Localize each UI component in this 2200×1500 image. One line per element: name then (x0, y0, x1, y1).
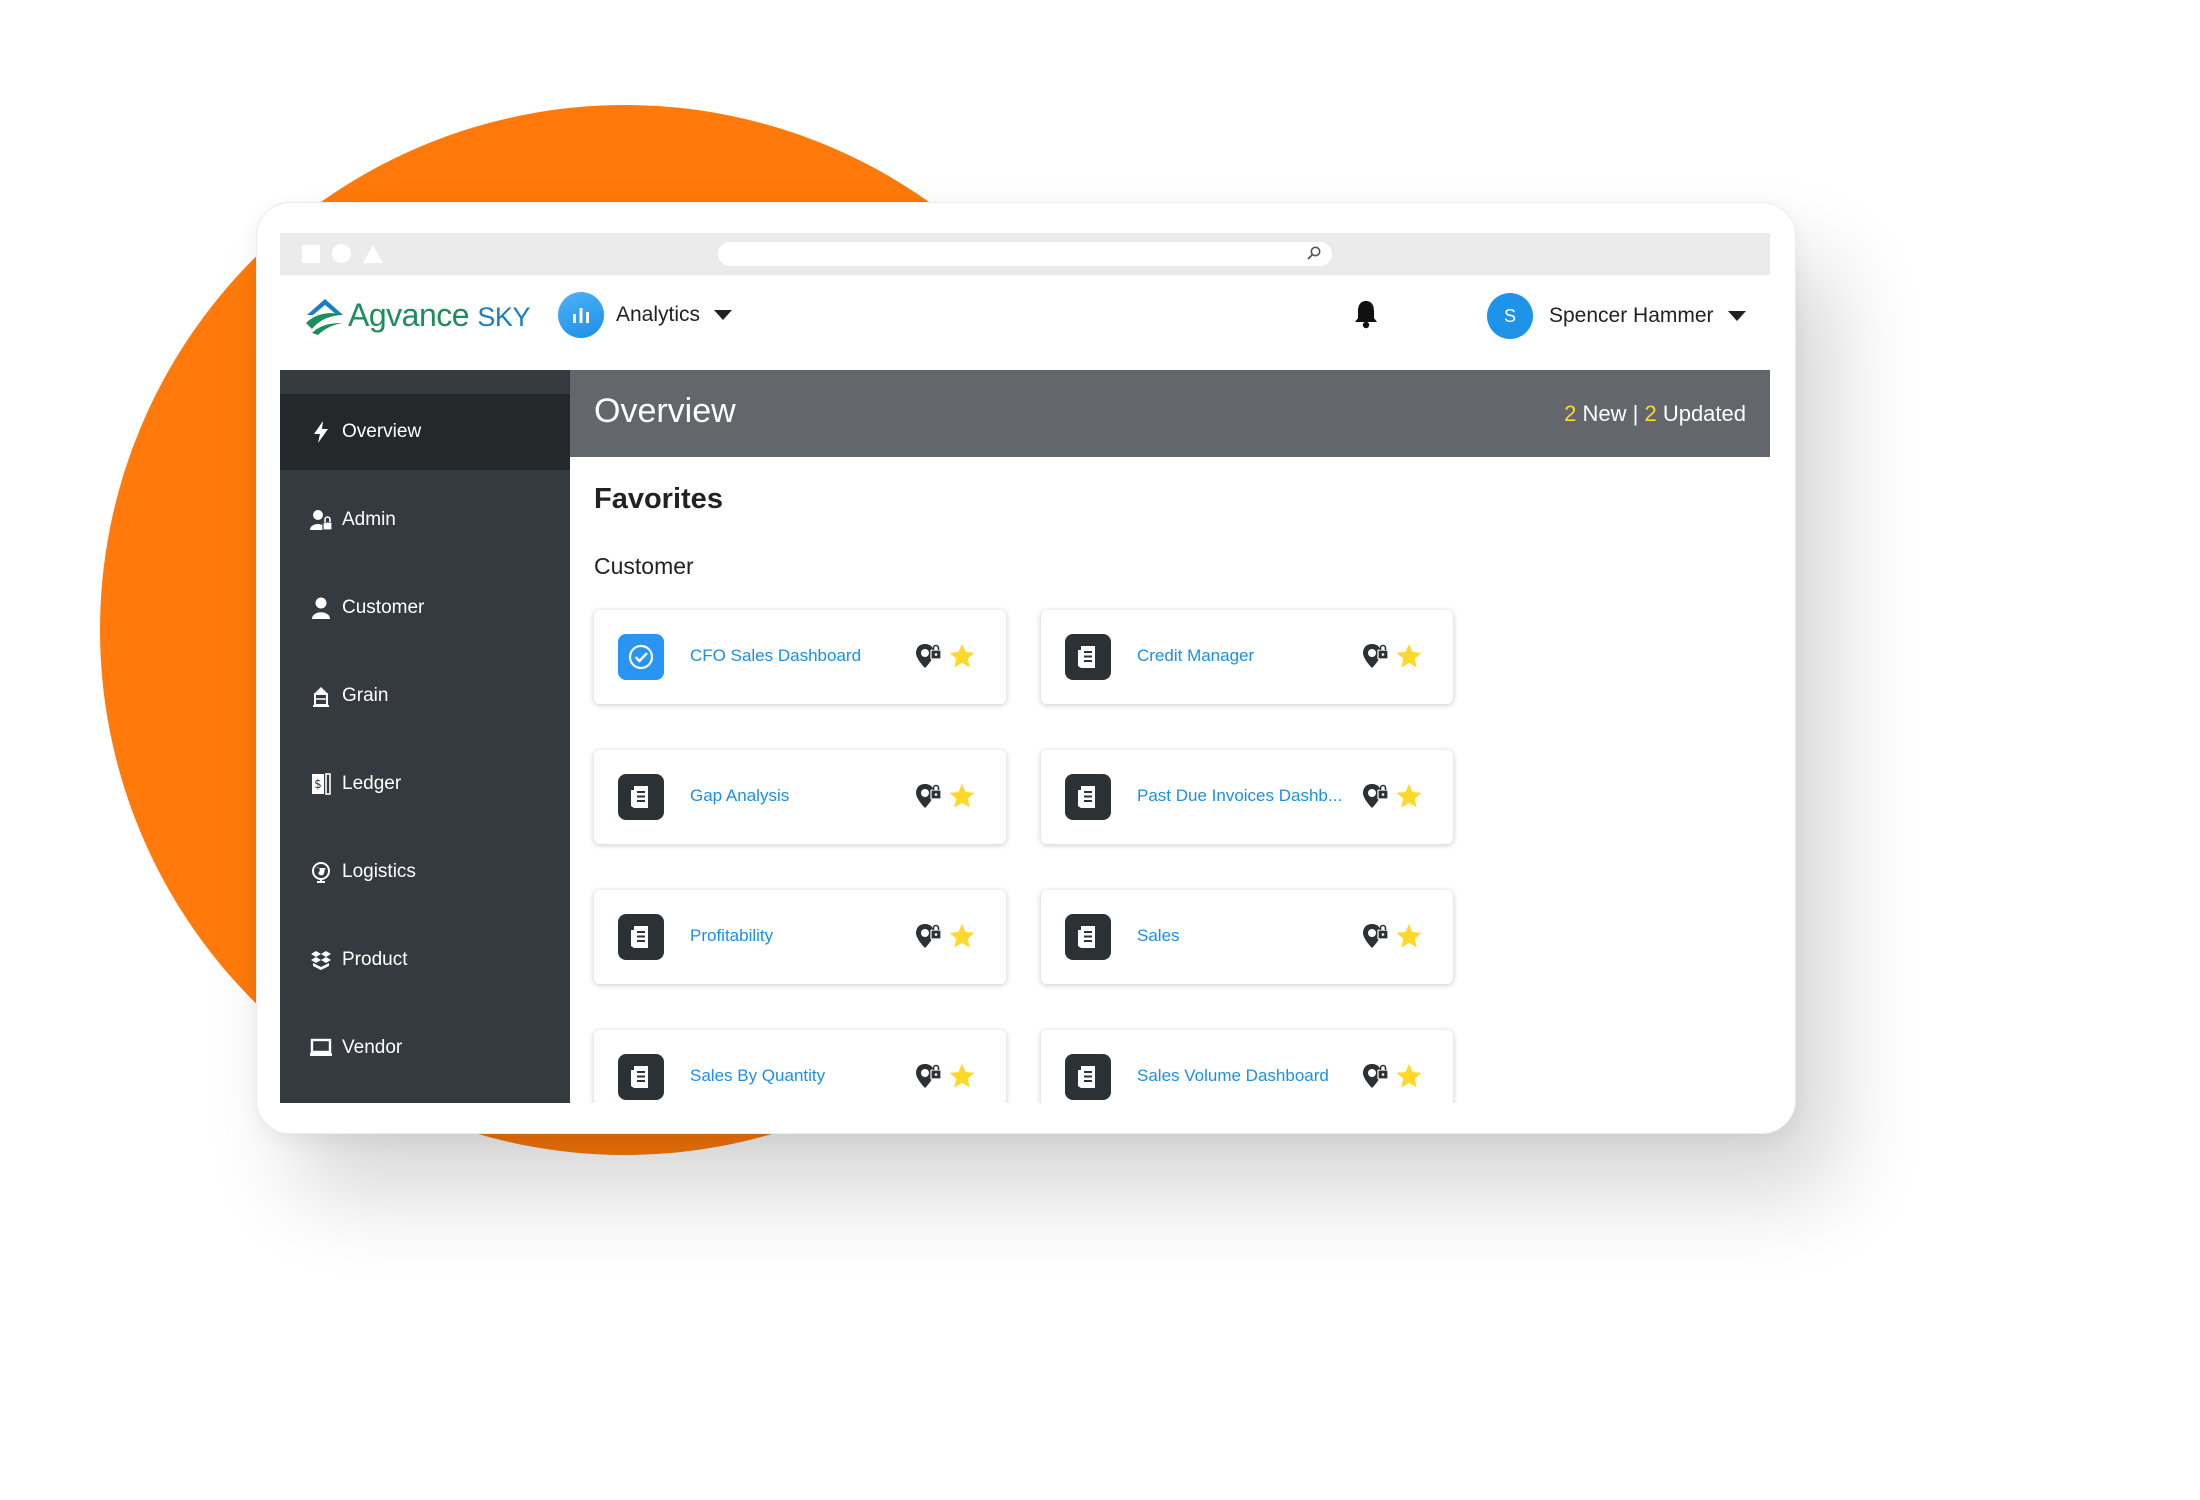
analytics-icon (558, 292, 604, 338)
ledger-icon: $ (310, 773, 332, 795)
sidebar-item-product[interactable]: Product (280, 922, 570, 998)
sidebar-item-logistics[interactable]: Logistics (280, 834, 570, 910)
bell-icon (1355, 301, 1377, 329)
favorite-card[interactable]: Past Due Invoices Dashb... (1041, 750, 1453, 844)
star-icon[interactable] (1395, 642, 1423, 675)
sidebar-item-label: Overview (342, 421, 422, 442)
browser-toolbar (280, 233, 1770, 275)
app-header: Agvance SKY Analytics S Spencer Hammer (280, 275, 1770, 370)
grain-elevator-icon (310, 685, 332, 707)
admin-user-lock-icon (310, 509, 332, 531)
favorite-card[interactable]: Profitability (594, 890, 1006, 984)
sidebar-item-label: Vendor (342, 1037, 403, 1058)
favorite-card-title[interactable]: Sales (1137, 926, 1359, 946)
globe-icon (310, 861, 332, 883)
main-content: Overview 2 New | 2 Updated Favorites Cus… (570, 370, 1770, 1103)
sidebar-item-vendor[interactable]: Vendor (280, 1010, 570, 1086)
location-lock-icon[interactable] (1361, 922, 1389, 955)
sidebar-item-label: Admin (342, 509, 396, 530)
favorite-card-title[interactable]: Credit Manager (1137, 646, 1359, 666)
favorite-card-title[interactable]: Sales Volume Dashboard (1137, 1066, 1359, 1086)
app-switcher-dropdown[interactable]: Analytics (558, 292, 733, 338)
favorite-card[interactable]: Gap Analysis (594, 750, 1006, 844)
window-circle-icon[interactable] (332, 244, 351, 263)
user-icon (310, 597, 332, 619)
favorite-card[interactable]: Credit Manager (1041, 610, 1453, 704)
updated-count: 2 (1644, 401, 1657, 426)
sidebar-item-label: Logistics (342, 861, 416, 882)
favorite-card[interactable]: Sales Volume Dashboard (1041, 1030, 1453, 1103)
new-count: 2 (1564, 401, 1577, 426)
sidebar-item-overview[interactable]: Overview (280, 394, 570, 470)
sidebar-item-label: Grain (342, 685, 389, 706)
user-name: Spencer Hammer (1549, 304, 1714, 327)
address-bar[interactable] (718, 242, 1332, 266)
location-lock-icon[interactable] (914, 642, 942, 675)
favorites-heading: Favorites (594, 483, 723, 515)
page-title: Overview (594, 392, 736, 430)
window-triangle-icon[interactable] (363, 244, 383, 263)
sidebar-item-customer[interactable]: Customer (280, 570, 570, 646)
star-icon[interactable] (1395, 1062, 1423, 1095)
location-lock-icon[interactable] (1361, 642, 1389, 675)
sidebar-item-ledger[interactable]: $ Ledger (280, 746, 570, 822)
favorite-card[interactable]: CFO Sales Dashboard (594, 610, 1006, 704)
section-heading-customer: Customer (594, 553, 694, 579)
chevron-down-icon (1727, 311, 1746, 321)
app-switcher-label: Analytics (616, 303, 701, 326)
updated-label: Updated (1656, 401, 1746, 426)
report-icon (1065, 914, 1111, 960)
sidebar-item-label: Product (342, 949, 408, 970)
sidebar-item-label: Ledger (342, 773, 402, 794)
location-lock-icon[interactable] (914, 1062, 942, 1095)
report-icon (1065, 774, 1111, 820)
star-icon[interactable] (948, 922, 976, 955)
avatar: S (1487, 293, 1533, 339)
star-icon[interactable] (948, 642, 976, 675)
favorite-card-title[interactable]: Gap Analysis (690, 786, 912, 806)
location-lock-icon[interactable] (914, 782, 942, 815)
window-square-icon[interactable] (302, 244, 320, 263)
report-icon (1065, 1054, 1111, 1100)
agvance-leaf-icon (306, 299, 344, 335)
sidebar: Overview Admin Customer Grain $ Ledger L… (280, 370, 570, 1103)
bolt-icon (310, 421, 332, 443)
window-controls (302, 244, 383, 263)
boxes-icon (310, 949, 332, 971)
report-icon (1065, 634, 1111, 680)
status-separator: | (1626, 401, 1645, 426)
favorite-card-title[interactable]: Past Due Invoices Dashb... (1137, 786, 1359, 806)
favorite-card[interactable]: Sales (1041, 890, 1453, 984)
star-icon[interactable] (948, 1062, 976, 1095)
sidebar-item-admin[interactable]: Admin (280, 482, 570, 558)
favorite-card[interactable]: Sales By Quantity (594, 1030, 1006, 1103)
search-icon (1307, 246, 1321, 260)
report-icon (618, 774, 664, 820)
notifications-button[interactable] (1353, 299, 1379, 334)
check-circle-icon (618, 634, 664, 680)
new-label: New (1576, 401, 1627, 426)
report-icon (618, 1054, 664, 1100)
agvance-sky-logo[interactable]: Agvance SKY (304, 293, 530, 337)
favorite-card-title[interactable]: CFO Sales Dashboard (690, 646, 912, 666)
location-lock-icon[interactable] (1361, 1062, 1389, 1095)
favorite-card-title[interactable]: Profitability (690, 926, 912, 946)
logo-text: Agvance SKY (348, 296, 530, 333)
page-title-bar: Overview 2 New | 2 Updated (570, 370, 1770, 457)
vendor-icon (310, 1037, 332, 1059)
report-icon (618, 914, 664, 960)
star-icon[interactable] (1395, 922, 1423, 955)
favorite-card-title[interactable]: Sales By Quantity (690, 1066, 912, 1086)
status-summary: 2 New | 2 Updated (1564, 401, 1746, 427)
chevron-down-icon (714, 310, 733, 320)
sidebar-item-grain[interactable]: Grain (280, 658, 570, 734)
svg-text:$: $ (314, 777, 322, 791)
sidebar-item-label: Customer (342, 597, 425, 618)
star-icon[interactable] (1395, 782, 1423, 815)
star-icon[interactable] (948, 782, 976, 815)
location-lock-icon[interactable] (914, 922, 942, 955)
location-lock-icon[interactable] (1361, 782, 1389, 815)
user-menu-dropdown[interactable]: S Spencer Hammer (1487, 293, 1746, 339)
